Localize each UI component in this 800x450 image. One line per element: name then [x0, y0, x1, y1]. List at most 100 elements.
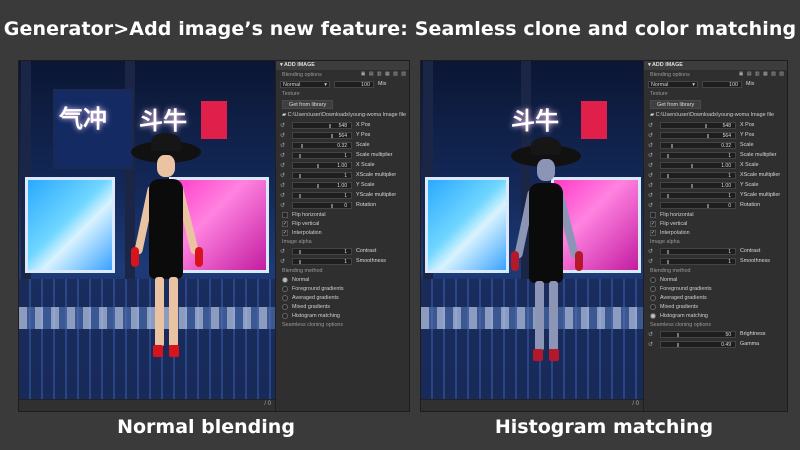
blend-mode-select[interactable]: Normal ▾ [280, 80, 330, 88]
param-field[interactable]: 1 [660, 257, 736, 265]
radio-icon[interactable] [650, 285, 656, 292]
param-field[interactable]: 50 [660, 330, 736, 338]
checkbox-icon[interactable] [650, 211, 656, 218]
checkbox-icon[interactable] [282, 211, 288, 218]
param-row[interactable]: ↺ 564 Y Pos [276, 130, 409, 140]
panel-toolbar-icons[interactable]: ▣ ▤ ▥ ▦ ▧ ▨ [361, 71, 407, 77]
method-normal[interactable]: Normal [276, 275, 409, 284]
param-field[interactable]: 1 [292, 171, 352, 179]
reset-icon[interactable]: ↺ [648, 331, 656, 338]
param-field[interactable]: 1 [660, 191, 736, 199]
slider-thumb[interactable] [331, 203, 333, 208]
method-averaged-gradients[interactable]: Averaged gradients [276, 293, 409, 302]
reset-icon[interactable]: ↺ [648, 142, 656, 149]
reset-icon[interactable]: ↺ [280, 202, 288, 209]
param-field[interactable]: 1.00 [660, 181, 736, 189]
param-field[interactable]: 564 [660, 131, 736, 139]
radio-icon[interactable] [650, 276, 656, 283]
method-mixed-gradients[interactable]: Mixed gradients [644, 302, 787, 311]
param-field[interactable]: 0.49 [660, 340, 736, 348]
slider-thumb[interactable] [299, 259, 301, 264]
radio-icon[interactable] [650, 312, 656, 319]
file-path-row[interactable]: ▰ C:\Users\user\Downloads\young-woma Ima… [644, 111, 787, 120]
method-histogram-matching[interactable]: Histogram matching [276, 311, 409, 320]
flip-vertical-checkbox[interactable]: ✓ Flip vertical [644, 219, 787, 228]
param-field[interactable]: 1.00 [292, 161, 352, 169]
param-row[interactable]: ↺ 1 YScale multiplier [276, 190, 409, 200]
slider-thumb[interactable] [331, 133, 333, 138]
interpolation-checkbox[interactable]: ✓ Interpolation [644, 228, 787, 237]
slider-thumb[interactable] [299, 249, 301, 254]
reset-icon[interactable]: ↺ [648, 162, 656, 169]
param-row[interactable]: ↺ 1.00 X Scale [644, 160, 787, 170]
slider-thumb[interactable] [677, 342, 679, 347]
slider-thumb[interactable] [667, 249, 669, 254]
slider-thumb[interactable] [299, 173, 301, 178]
param-field[interactable]: 1 [660, 151, 736, 159]
panel-toolbar-icons[interactable]: ▣ ▤ ▥ ▦ ▧ ▨ [739, 71, 785, 77]
param-field[interactable]: 1.00 [660, 161, 736, 169]
param-row[interactable]: ↺ 1 YScale multiplier [644, 190, 787, 200]
file-path-row[interactable]: ▰ C:\Users\user\Downloads\young-woma Ima… [276, 111, 409, 120]
slider-thumb[interactable] [667, 193, 669, 198]
slider-thumb[interactable] [667, 173, 669, 178]
slider-thumb[interactable] [671, 143, 673, 148]
param-row[interactable]: ↺ 1.00 X Scale [276, 160, 409, 170]
reset-icon[interactable]: ↺ [648, 122, 656, 129]
checkbox-icon[interactable]: ✓ [650, 220, 656, 227]
param-row[interactable]: ↺ 0 Rotation [276, 200, 409, 210]
reset-icon[interactable]: ↺ [280, 142, 288, 149]
interpolation-checkbox[interactable]: ✓ Interpolation [276, 228, 409, 237]
param-row[interactable]: ↺ 1 Scale multiplier [644, 150, 787, 160]
reset-icon[interactable]: ↺ [648, 132, 656, 139]
reset-icon[interactable]: ↺ [280, 162, 288, 169]
slider-thumb[interactable] [707, 203, 709, 208]
reset-icon[interactable]: ↺ [280, 152, 288, 159]
param-row[interactable]: ↺ 0.49 Gamma [644, 339, 787, 349]
radio-icon[interactable] [282, 276, 288, 283]
reset-icon[interactable]: ↺ [648, 192, 656, 199]
param-row[interactable]: ↺ 1.00 Y Scale [644, 180, 787, 190]
blend-value-input[interactable]: 100 [334, 80, 374, 88]
param-field[interactable]: 0.32 [660, 141, 736, 149]
slider-thumb[interactable] [677, 332, 679, 337]
param-row[interactable]: ↺ 0 Rotation [644, 200, 787, 210]
reset-icon[interactable]: ↺ [648, 258, 656, 265]
param-row[interactable]: ↺ 1 XScale multiplier [644, 170, 787, 180]
param-row[interactable]: ↺ 0.32 Scale [644, 140, 787, 150]
param-row[interactable]: ↺ 1 Smoothness [276, 256, 409, 266]
reset-icon[interactable]: ↺ [280, 122, 288, 129]
checkbox-icon[interactable]: ✓ [282, 229, 288, 236]
param-row[interactable]: ↺ 1 XScale multiplier [276, 170, 409, 180]
reset-icon[interactable]: ↺ [648, 248, 656, 255]
reset-icon[interactable]: ↺ [648, 152, 656, 159]
param-field[interactable]: 0.32 [292, 141, 352, 149]
method-averaged-gradients[interactable]: Averaged gradients [644, 293, 787, 302]
param-field[interactable]: 0 [660, 201, 736, 209]
param-field[interactable]: 548 [660, 121, 736, 129]
param-row[interactable]: ↺ 0.32 Scale [276, 140, 409, 150]
slider-thumb[interactable] [329, 123, 331, 128]
slider-thumb[interactable] [667, 153, 669, 158]
method-normal[interactable]: Normal [644, 275, 787, 284]
radio-icon[interactable] [650, 303, 656, 310]
param-row[interactable]: ↺ 1.00 Y Scale [276, 180, 409, 190]
method-histogram-matching[interactable]: Histogram matching [644, 311, 787, 320]
reset-icon[interactable]: ↺ [280, 172, 288, 179]
param-field[interactable]: 0 [292, 201, 352, 209]
checkbox-icon[interactable]: ✓ [282, 220, 288, 227]
param-row[interactable]: ↺ 1 Smoothness [644, 256, 787, 266]
get-from-library-button[interactable]: Get from library [282, 100, 334, 109]
radio-icon[interactable] [282, 294, 288, 301]
reset-icon[interactable]: ↺ [648, 341, 656, 348]
param-field[interactable]: 1 [660, 247, 736, 255]
reset-icon[interactable]: ↺ [648, 182, 656, 189]
method-mixed-gradients[interactable]: Mixed gradients [276, 302, 409, 311]
reset-icon[interactable]: ↺ [280, 132, 288, 139]
slider-thumb[interactable] [299, 153, 301, 158]
blend-value-input[interactable]: 100 [702, 80, 742, 88]
slider-thumb[interactable] [667, 259, 669, 264]
slider-thumb[interactable] [317, 163, 319, 168]
param-field[interactable]: 548 [292, 121, 352, 129]
flip-horizontal-checkbox[interactable]: Flip horizontal [644, 210, 787, 219]
